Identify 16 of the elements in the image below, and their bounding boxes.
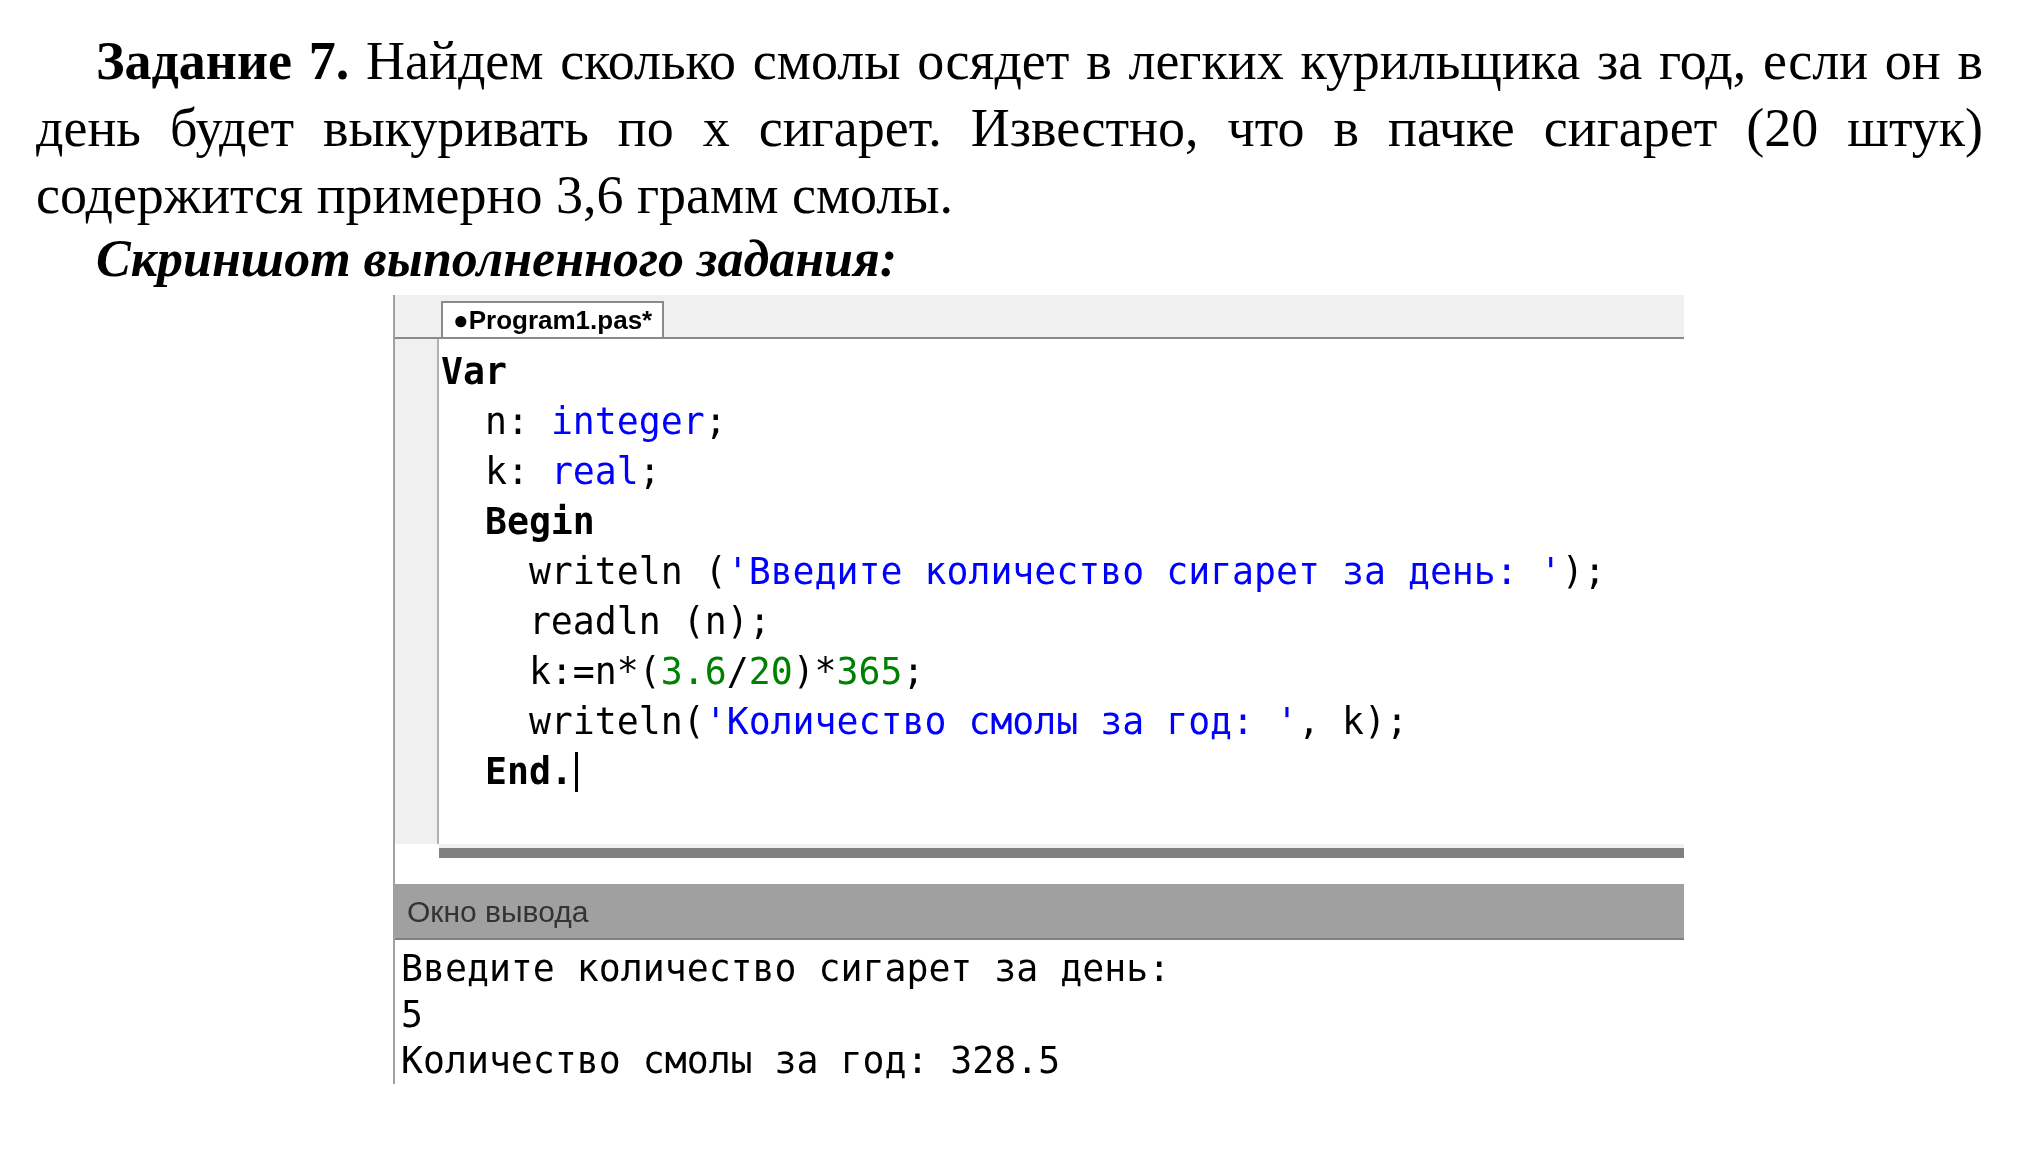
output-line: 5: [401, 992, 424, 1038]
code-line: Var: [441, 348, 507, 395]
task-text: Задание 7. Найдем сколько смолы осядет в легких курильщика за год, если он в день будет выкуривать по x сигарет. Известно, что в пачке сигарет (20 штук) содержится примерно 3,6 грамм смолы.: [35, 30, 1984, 227]
code-line: readln (n);: [527, 598, 771, 645]
output-line: Введите количество сигарет за день:: [401, 946, 1172, 992]
code-line: Begin: [483, 498, 595, 545]
output-panel-title: Окно вывода: [395, 884, 1684, 940]
editor-tab[interactable]: ●Program1.pas*: [441, 301, 665, 337]
subtitle: Скриншот выполненного задания:: [95, 229, 899, 289]
code-line: End.: [483, 748, 573, 795]
code-line: writeln ('Введите количество сигарет за день: ');: [527, 548, 1606, 595]
code-line: n: integer;: [483, 398, 727, 445]
code-line: writeln('Количество смолы за год: ', k);: [527, 698, 1408, 745]
code-line: k:=n*(3.6/20)*365;: [527, 648, 925, 695]
code-line: k: real;: [483, 448, 661, 495]
output-line: Количество смолы за год: 328.5: [401, 1038, 1062, 1084]
